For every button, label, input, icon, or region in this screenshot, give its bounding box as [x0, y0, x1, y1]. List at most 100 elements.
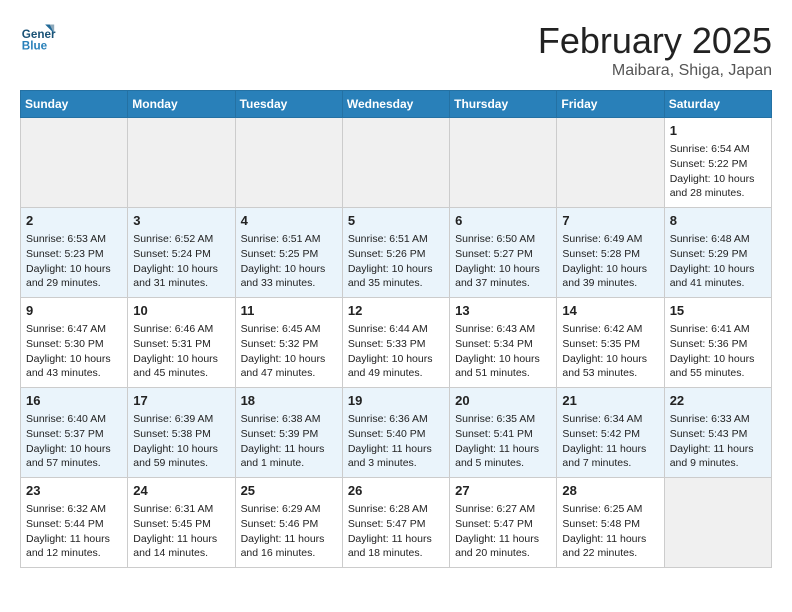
- day-number: 15: [670, 302, 766, 320]
- day-number: 28: [562, 482, 658, 500]
- calendar-week-row: 9Sunrise: 6:47 AMSunset: 5:30 PMDaylight…: [21, 298, 772, 388]
- calendar-cell: 24Sunrise: 6:31 AMSunset: 5:45 PMDayligh…: [128, 478, 235, 568]
- sunset-text: Sunset: 5:40 PM: [348, 428, 426, 440]
- daylight-text: Daylight: 10 hours and 53 minutes.: [562, 353, 647, 380]
- sunrise-text: Sunrise: 6:41 AM: [670, 323, 750, 335]
- daylight-text: Daylight: 10 hours and 35 minutes.: [348, 263, 433, 290]
- daylight-text: Daylight: 11 hours and 22 minutes.: [562, 533, 646, 560]
- calendar-cell: 26 Sunrise: 6:28 AM Sunset: 5:47 PM Dayligh…: [342, 478, 449, 568]
- sunset-text: Sunset: 5:31 PM: [133, 338, 211, 350]
- calendar-cell: [664, 478, 771, 568]
- sunset-text: Sunset: 5:44 PM: [26, 518, 104, 530]
- day-number: 9: [26, 302, 122, 320]
- daylight-text: Daylight: 11 hours and 7 minutes.: [562, 443, 646, 470]
- sunrise-text: Sunrise: 6:35 AM: [455, 413, 535, 425]
- calendar-cell: 28Sunrise: 6:25 AMSunset: 5:48 PMDayligh…: [557, 478, 664, 568]
- daylight-text: Daylight: 11 hours and 18 minutes.: [348, 533, 432, 560]
- calendar-cell: 9Sunrise: 6:47 AMSunset: 5:30 PMDaylight…: [21, 298, 128, 388]
- daylight-text: Daylight: 11 hours and 5 minutes.: [455, 443, 539, 470]
- calendar-cell: 6Sunrise: 6:50 AMSunset: 5:27 PMDaylight…: [450, 208, 557, 298]
- daylight-text: Daylight: 11 hours and 9 minutes.: [670, 443, 754, 470]
- day-number: 3: [133, 212, 229, 230]
- daylight-text: Daylight: 11 hours and 12 minutes.: [26, 533, 110, 560]
- day-number: 22: [670, 392, 766, 410]
- day-number: 13: [455, 302, 551, 320]
- calendar-cell: 13 Sunrise: 6:43 AM Sunset: 5:34 PM Dayligh…: [450, 298, 557, 388]
- sunset-text: Sunset: 5:24 PM: [133, 248, 211, 260]
- sunset-text: Sunset: 5:23 PM: [26, 248, 104, 260]
- day-number: 20: [455, 392, 551, 410]
- sunset-text: Sunset: 5:34 PM: [455, 338, 533, 350]
- day-number: 2: [26, 212, 122, 230]
- sunset-text: Sunset: 5:38 PM: [133, 428, 211, 440]
- day-number: 26: [348, 482, 444, 500]
- day-number: 4: [241, 212, 337, 230]
- daylight-text: Daylight: 10 hours and 28 minutes.: [670, 173, 755, 200]
- daylight-text: Daylight: 10 hours and 37 minutes.: [455, 263, 540, 290]
- sunset-text: Sunset: 5:47 PM: [348, 518, 426, 530]
- sunset-text: Sunset: 5:39 PM: [241, 428, 319, 440]
- sunset-text: Sunset: 5:37 PM: [26, 428, 104, 440]
- sunrise-text: Sunrise: 6:32 AM: [26, 503, 106, 515]
- sunset-text: Sunset: 5:46 PM: [241, 518, 319, 530]
- calendar-cell: 10 Sunrise: 6:46 AM Sunset: 5:31 PM Dayligh…: [128, 298, 235, 388]
- logo-icon: General Blue: [20, 20, 56, 56]
- sunset-text: Sunset: 5:35 PM: [562, 338, 640, 350]
- calendar-cell: 19Sunrise: 6:36 AMSunset: 5:40 PMDayligh…: [342, 388, 449, 478]
- calendar-cell: 2Sunrise: 6:53 AMSunset: 5:23 PMDaylight…: [21, 208, 128, 298]
- sunrise-text: Sunrise: 6:46 AM: [133, 323, 213, 335]
- sunset-text: Sunset: 5:32 PM: [241, 338, 319, 350]
- calendar-cell: 5Sunrise: 6:51 AMSunset: 5:26 PMDaylight…: [342, 208, 449, 298]
- day-number: 10: [133, 302, 229, 320]
- calendar-cell: 15Sunrise: 6:41 AMSunset: 5:36 PMDayligh…: [664, 298, 771, 388]
- calendar-cell: 3Sunrise: 6:52 AMSunset: 5:24 PMDaylight…: [128, 208, 235, 298]
- daylight-text: Daylight: 10 hours and 43 minutes.: [26, 353, 111, 380]
- calendar-cell: 14Sunrise: 6:42 AMSunset: 5:35 PMDayligh…: [557, 298, 664, 388]
- daylight-text: Daylight: 10 hours and 45 minutes.: [133, 353, 218, 380]
- day-number: 12: [348, 302, 444, 320]
- sunset-text: Sunset: 5:47 PM: [455, 518, 533, 530]
- daylight-text: Daylight: 10 hours and 51 minutes.: [455, 353, 540, 380]
- sunset-text: Sunset: 5:36 PM: [670, 338, 748, 350]
- calendar-cell: 22 Sunrise: 6:33 AM Sunset: 5:43 PM Dayligh…: [664, 388, 771, 478]
- calendar-cell: 4Sunrise: 6:51 AMSunset: 5:25 PMDaylight…: [235, 208, 342, 298]
- daylight-text: Daylight: 11 hours and 3 minutes.: [348, 443, 432, 470]
- day-number: 16: [26, 392, 122, 410]
- sunrise-text: Sunrise: 6:34 AM: [562, 413, 642, 425]
- sunrise-text: Sunrise: 6:39 AM: [133, 413, 213, 425]
- daylight-text: Daylight: 10 hours and 59 minutes.: [133, 443, 218, 470]
- calendar-cell: [557, 118, 664, 208]
- sunrise-text: Sunrise: 6:43 AM: [455, 323, 535, 335]
- sunset-text: Sunset: 5:25 PM: [241, 248, 319, 260]
- day-header-tuesday: Tuesday: [235, 91, 342, 118]
- daylight-text: Daylight: 10 hours and 47 minutes.: [241, 353, 326, 380]
- sunset-text: Sunset: 5:41 PM: [455, 428, 533, 440]
- sunset-text: Sunset: 5:43 PM: [670, 428, 748, 440]
- day-header-saturday: Saturday: [664, 91, 771, 118]
- day-number: 14: [562, 302, 658, 320]
- calendar-subtitle: Maibara, Shiga, Japan: [538, 62, 772, 80]
- calendar-cell: 23Sunrise: 6:32 AMSunset: 5:44 PMDayligh…: [21, 478, 128, 568]
- sunset-text: Sunset: 5:45 PM: [133, 518, 211, 530]
- calendar-cell: [235, 118, 342, 208]
- sunrise-text: Sunrise: 6:48 AM: [670, 233, 750, 245]
- sunrise-text: Sunrise: 6:33 AM: [670, 413, 750, 425]
- daylight-text: Daylight: 11 hours and 20 minutes.: [455, 533, 539, 560]
- daylight-text: Daylight: 10 hours and 31 minutes.: [133, 263, 218, 290]
- calendar-cell: 7Sunrise: 6:49 AMSunset: 5:28 PMDaylight…: [557, 208, 664, 298]
- calendar-cell: 20 Sunrise: 6:35 AM Sunset: 5:41 PM Dayligh…: [450, 388, 557, 478]
- sunset-text: Sunset: 5:27 PM: [455, 248, 533, 260]
- sunrise-text: Sunrise: 6:28 AM: [348, 503, 428, 515]
- sunset-text: Sunset: 5:29 PM: [670, 248, 748, 260]
- daylight-text: Daylight: 10 hours and 41 minutes.: [670, 263, 755, 290]
- day-number: 21: [562, 392, 658, 410]
- calendar-cell: 17Sunrise: 6:39 AMSunset: 5:38 PMDayligh…: [128, 388, 235, 478]
- day-header-thursday: Thursday: [450, 91, 557, 118]
- sunrise-text: Sunrise: 6:38 AM: [241, 413, 321, 425]
- calendar-title: February 2025: [538, 20, 772, 62]
- page-header: General Blue February 2025 Maibara, Shig…: [20, 20, 772, 80]
- calendar-cell: [450, 118, 557, 208]
- day-number: 19: [348, 392, 444, 410]
- sunset-text: Sunset: 5:28 PM: [562, 248, 640, 260]
- sunset-text: Sunset: 5:42 PM: [562, 428, 640, 440]
